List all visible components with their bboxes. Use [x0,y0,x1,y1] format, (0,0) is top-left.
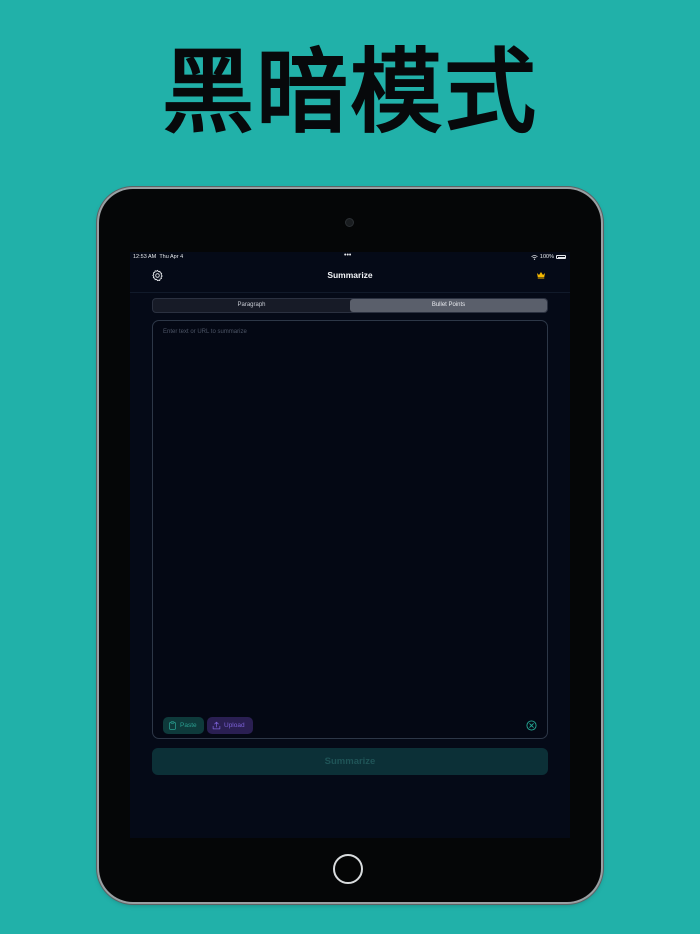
segment-paragraph[interactable]: Paragraph [153,299,350,312]
multitasking-dots[interactable]: ••• [344,252,351,259]
navigation-bar: Summarize [130,264,570,293]
crown-icon[interactable] [536,271,546,279]
app-screen: 12:53 AM Thu Apr 4 ••• 100% Summarize Pa… [130,252,570,838]
segment-bullet-points[interactable]: Bullet Points [350,299,547,312]
status-date: Thu Apr 4 [159,254,184,260]
clipboard-icon [169,721,176,730]
battery-percent: 100% [539,254,554,260]
battery-icon [556,255,566,259]
upload-label: Upload [224,722,245,729]
status-right: 100% [531,254,566,260]
status-time-value: 12:53 AM [133,254,157,260]
front-camera [345,218,354,227]
upload-button[interactable]: Upload [207,717,253,734]
headline: 黑暗模式 [161,39,538,146]
wifi-icon [531,254,538,260]
text-input-area[interactable]: Enter text or URL to summarize Paste Upl… [152,320,548,739]
upload-icon [212,721,221,730]
paste-label: Paste [180,722,197,729]
status-bar: 12:53 AM Thu Apr 4 ••• 100% [130,252,570,264]
clear-text-icon[interactable] [526,720,537,731]
status-time: 12:53 AM Thu Apr 4 [133,254,183,260]
home-button[interactable] [333,854,363,884]
text-input-placeholder: Enter text or URL to summarize [163,329,247,335]
page-title: Summarize [327,270,373,280]
ipad-device-frame: 12:53 AM Thu Apr 4 ••• 100% Summarize Pa… [99,189,601,902]
paste-button[interactable]: Paste [163,717,204,734]
mode-segmented-control: Paragraph Bullet Points [152,298,548,313]
summarize-button[interactable]: Summarize [152,748,548,775]
